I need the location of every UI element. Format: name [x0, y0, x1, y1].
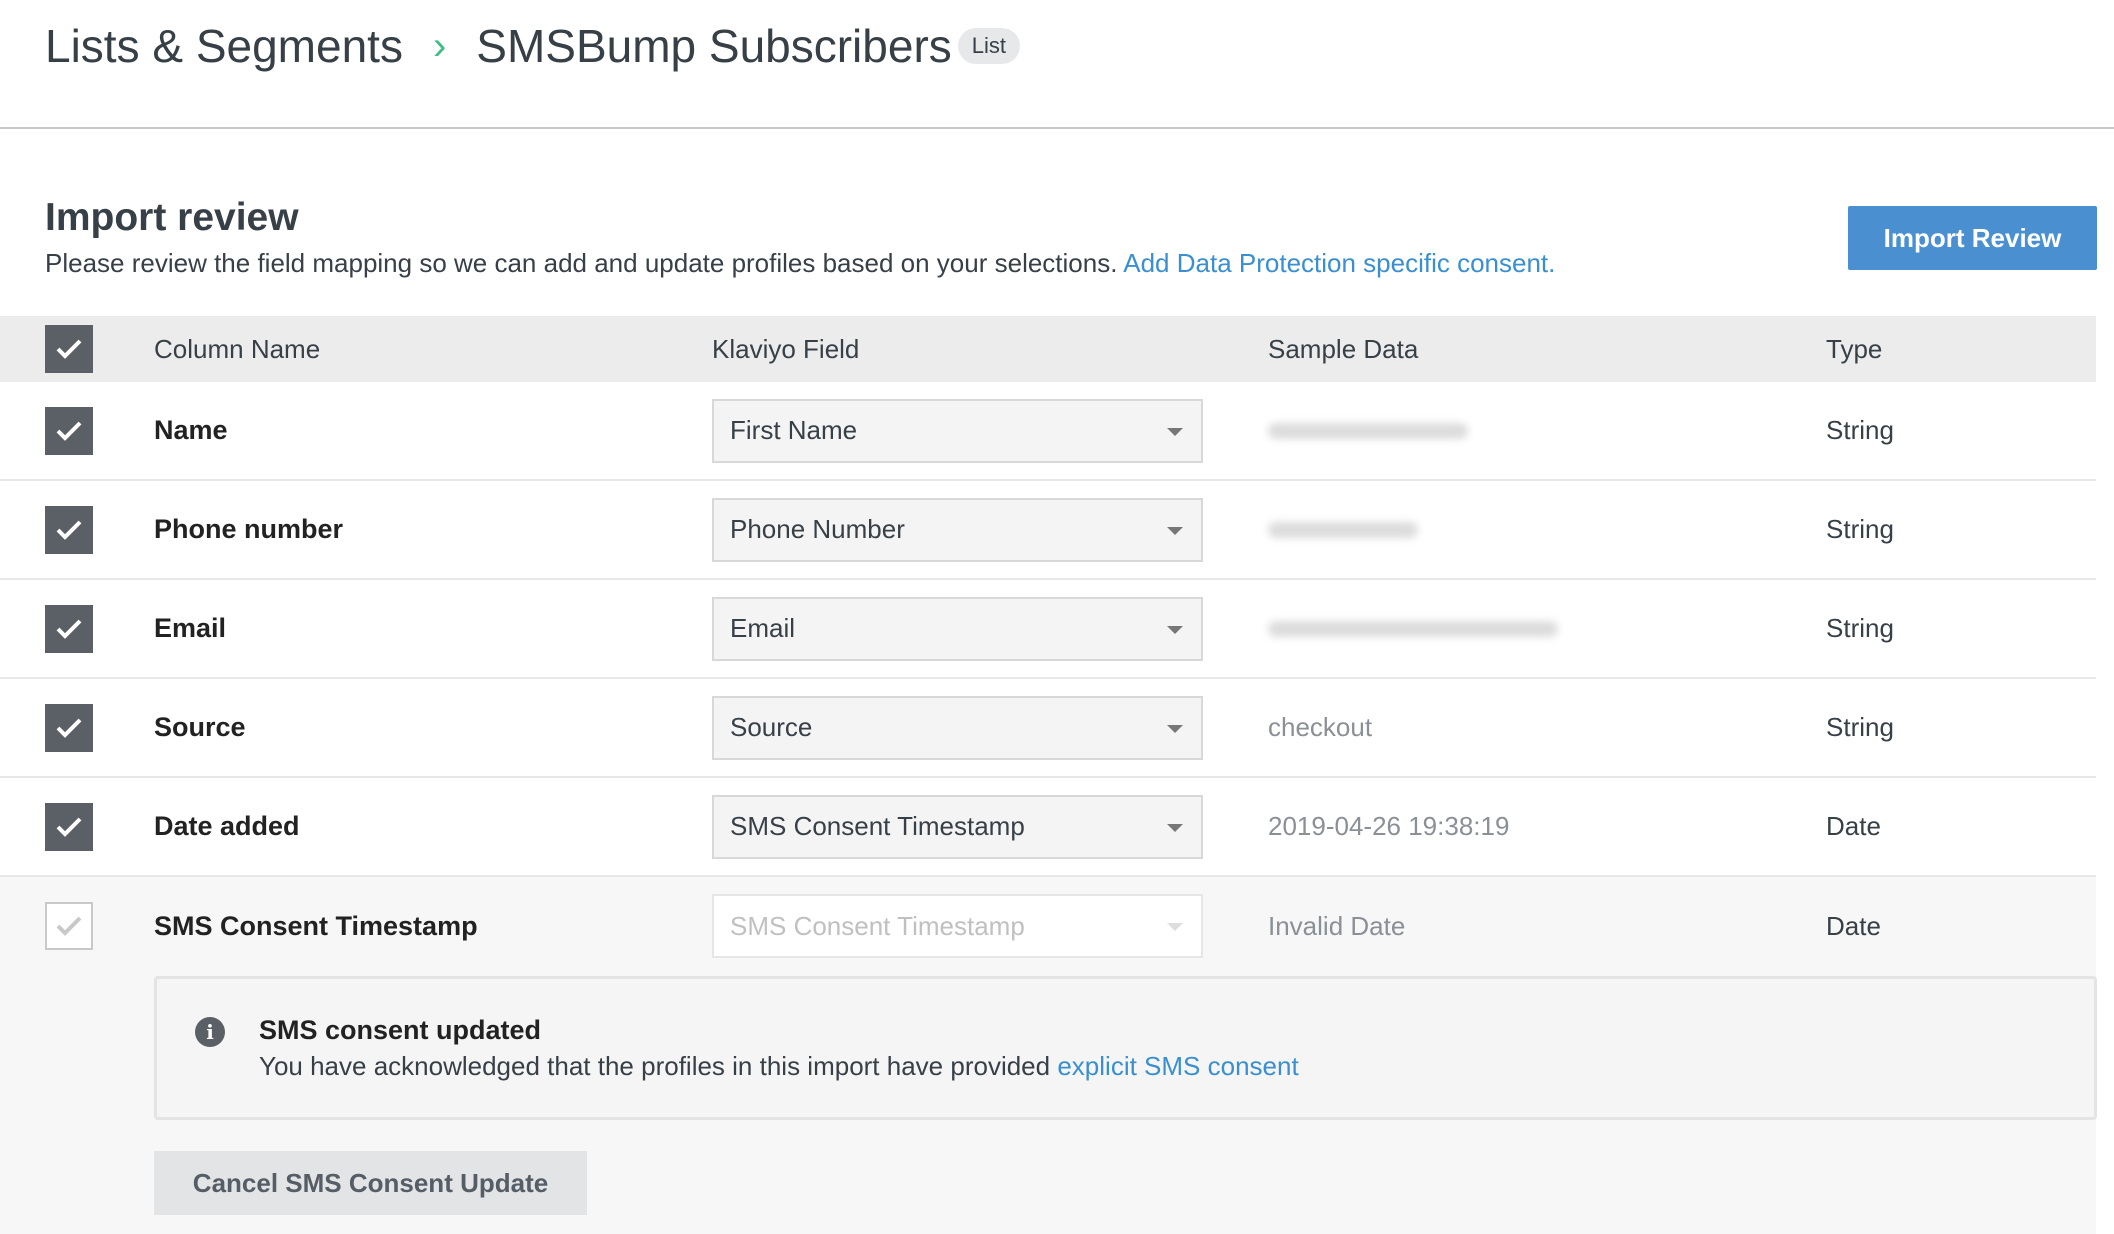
chevron-down-icon [1167, 526, 1183, 535]
selected-field: Phone Number [730, 514, 905, 544]
sample-data [1268, 613, 1558, 644]
row-checkbox[interactable] [45, 406, 93, 455]
header-type: Type [1826, 333, 1883, 364]
sample-value: Invalid Date [1268, 910, 1406, 941]
check-icon [56, 718, 82, 738]
column-name: Phone number [154, 514, 344, 544]
blurred-sample [1268, 621, 1558, 637]
divider [0, 127, 2114, 129]
sample-data: 2019-04-26 19:38:19 [1268, 811, 1509, 842]
notice-text: You have acknowledged that the profiles … [259, 1051, 1299, 1082]
sample-data: Invalid Date [1268, 911, 1405, 942]
select-all-checkbox[interactable] [45, 325, 93, 373]
chevron-down-icon [1167, 427, 1183, 436]
selected-field: Email [730, 613, 796, 643]
sample-value: checkout [1268, 712, 1373, 742]
blurred-sample [1268, 522, 1418, 538]
info-icon: i [195, 1017, 225, 1047]
check-icon [56, 339, 82, 359]
data-type: Date [1826, 811, 1881, 841]
klaviyo-field-select[interactable]: First Name [712, 398, 1203, 463]
data-type: String [1826, 514, 1894, 544]
klaviyo-field-select[interactable]: Phone Number [712, 497, 1203, 562]
chevron-down-icon [1167, 724, 1183, 733]
column-name: Source [154, 712, 246, 742]
table-row: Source Source checkout String [0, 679, 2096, 778]
row-checkbox[interactable] [45, 703, 93, 752]
selected-field: Source [730, 712, 813, 742]
data-type: String [1826, 712, 1894, 742]
check-icon [56, 916, 82, 936]
section-description: Please review the field mapping so we ca… [45, 248, 1555, 279]
selected-field: SMS Consent Timestamp [730, 910, 1025, 941]
explicit-sms-consent-link[interactable]: explicit SMS consent [1057, 1051, 1298, 1081]
column-name: SMS Consent Timestamp [154, 910, 478, 941]
cancel-sms-consent-update-button[interactable]: Cancel SMS Consent Update [154, 1151, 587, 1215]
row-checkbox[interactable] [45, 604, 93, 653]
row-checkbox[interactable] [45, 505, 93, 554]
column-name: Email [154, 613, 227, 643]
list-badge: List [957, 28, 1021, 64]
klaviyo-field-select[interactable]: Source [712, 695, 1203, 760]
description-text: Please review the field mapping so we ca… [45, 248, 1118, 278]
field-mapping-table: Column Name Klaviyo Field Sample Data Ty… [0, 316, 2096, 975]
table-row: SMS Consent Timestamp SMS Consent Timest… [0, 877, 2096, 975]
check-icon [56, 421, 82, 441]
klaviyo-field-select[interactable]: SMS Consent Timestamp [712, 794, 1203, 859]
table-row: Name First Name String [0, 382, 2096, 481]
sample-data [1268, 415, 1468, 446]
sample-data [1268, 514, 1418, 545]
check-icon [56, 619, 82, 639]
row-checkbox[interactable] [45, 902, 93, 950]
check-icon [56, 817, 82, 837]
import-review-button[interactable]: Import Review [1848, 206, 2097, 270]
table-header: Column Name Klaviyo Field Sample Data Ty… [0, 316, 2096, 382]
klaviyo-field-select[interactable]: Email [712, 596, 1203, 661]
header-column-name: Column Name [154, 333, 321, 364]
notice-body: You have acknowledged that the profiles … [259, 1051, 1051, 1081]
column-name: Date added [154, 811, 300, 841]
breadcrumb-parent[interactable]: Lists & Segments [45, 19, 403, 73]
selected-field: First Name [730, 415, 858, 445]
chevron-right-icon: › [432, 23, 447, 68]
breadcrumb: Lists & Segments › SMSBump Subscribers L… [45, 14, 1021, 78]
check-icon [56, 520, 82, 540]
header-sample-data: Sample Data [1268, 333, 1419, 364]
column-name: Name [154, 415, 228, 445]
blurred-sample [1268, 423, 1468, 439]
table-row: Date added SMS Consent Timestamp 2019-04… [0, 778, 2096, 877]
chevron-down-icon [1167, 625, 1183, 634]
notice-title: SMS consent updated [259, 1015, 542, 1045]
table-row: Email Email String [0, 580, 2096, 679]
data-type: Date [1826, 910, 1881, 941]
header-klaviyo-field: Klaviyo Field [712, 333, 860, 364]
chevron-down-icon [1167, 823, 1183, 832]
data-type: String [1826, 613, 1894, 643]
data-protection-consent-link[interactable]: Add Data Protection specific consent. [1123, 248, 1555, 278]
row-checkbox[interactable] [45, 802, 93, 851]
klaviyo-field-select[interactable]: SMS Consent Timestamp [712, 894, 1203, 958]
data-type: String [1826, 415, 1894, 445]
page-title: SMSBump Subscribers [476, 20, 952, 72]
section-title: Import review [45, 196, 299, 239]
table-row: Phone number Phone Number String [0, 481, 2096, 580]
sample-data: checkout [1268, 712, 1372, 743]
chevron-down-icon [1167, 923, 1183, 931]
selected-field: SMS Consent Timestamp [730, 811, 1025, 841]
sample-value: 2019-04-26 19:38:19 [1268, 811, 1510, 841]
sms-consent-notice: i SMS consent updated You have acknowled… [154, 976, 2097, 1120]
